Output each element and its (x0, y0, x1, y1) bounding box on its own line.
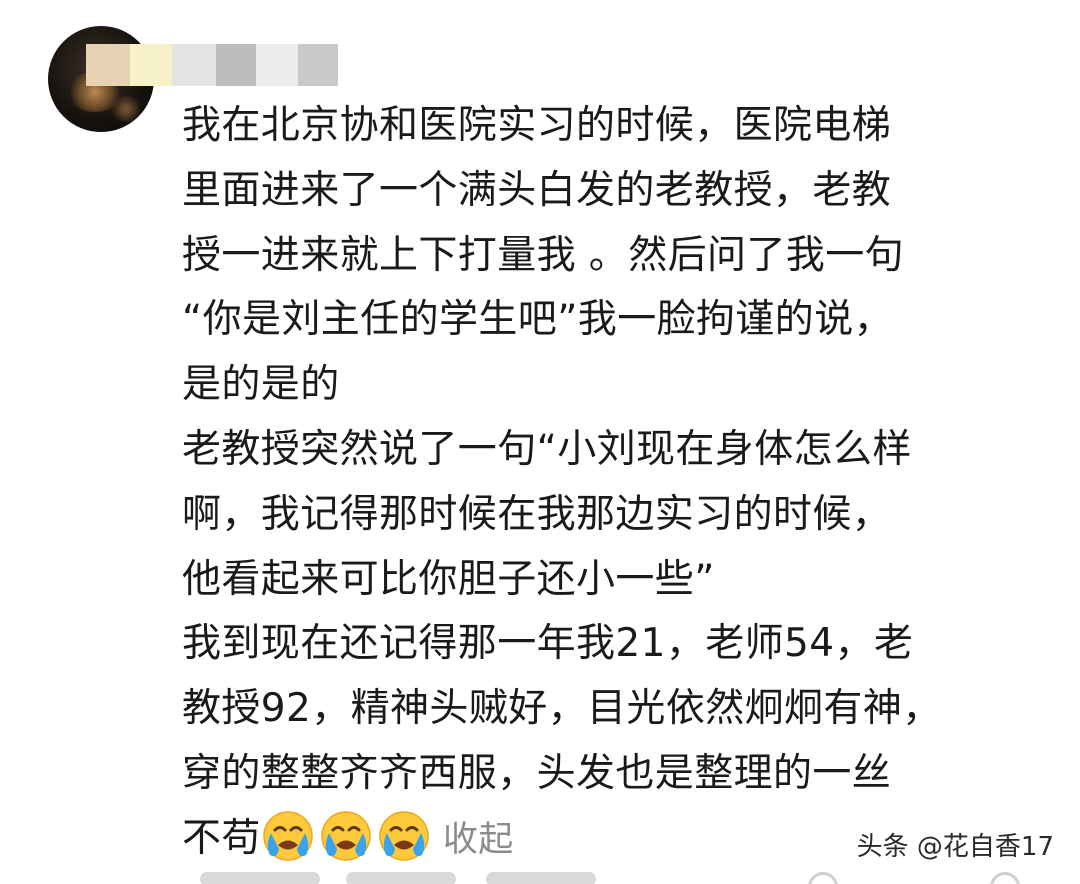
comment-line: 他看起来可比你胆子还小一些” (182, 556, 715, 602)
more-icon[interactable] (990, 872, 1020, 884)
username-blurred[interactable] (86, 44, 338, 86)
comment-line: 是的是的 (182, 362, 340, 408)
action-item-partial[interactable] (486, 872, 596, 884)
comment-line: 我在北京协和医院实习的时候，医院电梯 (182, 103, 892, 148)
comment-line: 授一进来就上下打量我 。然后问了我一句 (182, 232, 904, 278)
comment-text: 我在北京协和医院实习的时候，医院电梯 里面进来了一个满头白发的老教授，老教 授一… (182, 94, 1052, 872)
crying-emoji-icon (319, 809, 373, 863)
comment-line: 教授92，精神头贼好，目光依然炯炯有神， (182, 686, 942, 732)
like-icon[interactable] (808, 872, 838, 884)
crying-emoji-icon (377, 809, 431, 863)
collapse-link[interactable]: 收起 (443, 820, 514, 860)
comment-line: 里面进来了一个满头白发的老教授，老教 (182, 167, 892, 213)
comment-line: “你是刘主任的学生吧”我一脸拘谨的说， (182, 297, 894, 343)
action-item-partial[interactable] (346, 872, 456, 884)
comment-line: 啊，我记得那时候在我那边实习的时候， (182, 491, 892, 537)
comment-line: 我到现在还记得那一年我21，老师54，老 (182, 621, 914, 667)
watermark: 头条 @花自香17 (856, 832, 1054, 862)
comment-line-text: 不苟 (182, 815, 261, 861)
comment-line: 老教授突然说了一句“小刘现在身体怎么样 (182, 426, 912, 472)
action-bar-partial (0, 864, 1080, 884)
action-item-partial[interactable] (200, 872, 320, 884)
comment-line: 穿的整整齐齐西服，头发也是整理的一丝 (182, 750, 892, 796)
crying-emoji-icon (261, 809, 315, 863)
